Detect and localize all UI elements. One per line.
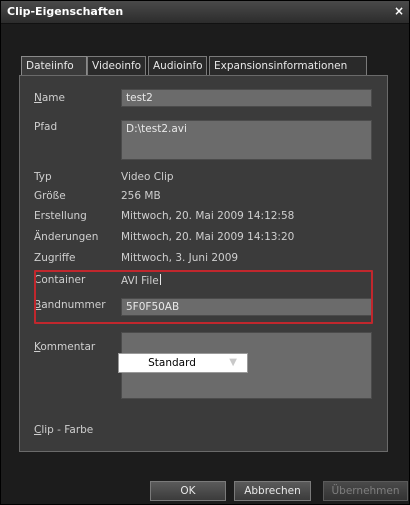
kommentar-label-rest: ommentar — [40, 341, 96, 353]
zugriffe-value: Mittwoch, 3. Juni 2009 — [121, 252, 239, 264]
name-field[interactable]: test2 — [121, 89, 372, 107]
window-title: Clip-Eigenschaften — [7, 5, 124, 18]
abbrechen-button[interactable]: Abbrechen — [234, 481, 311, 501]
groesse-value: 256 MB — [121, 190, 161, 202]
dateiinfo-panel: Name test2 Pfad D:\test2.avi Typ Video C… — [19, 75, 388, 452]
groesse-label: Größe — [34, 190, 66, 202]
name-label: Name — [34, 92, 65, 104]
pfad-value: D:\test2.avi — [126, 123, 187, 135]
tab-dateiinfo[interactable]: Dateiinfo — [21, 56, 87, 77]
kommentar-label: Kommentar — [34, 341, 96, 353]
pfad-label: Pfad — [34, 121, 58, 133]
tab-audioinfo[interactable]: Audioinfo — [148, 56, 207, 76]
erstellung-label: Erstellung — [34, 210, 87, 222]
clip-farbe-value: Standard — [148, 357, 196, 369]
highlight-box — [34, 270, 373, 324]
clip-properties-dialog: Clip-Eigenschaften × Dateiinfo Videoinfo… — [0, 0, 410, 505]
zugriffe-label: Zugriffe — [34, 252, 76, 264]
clipfarbe-label: Clip - Farbe — [34, 424, 94, 436]
typ-value: Video Clip — [121, 171, 174, 183]
pfad-field[interactable]: D:\test2.avi — [121, 120, 372, 160]
aenderungen-value: Mittwoch, 20. Mai 2009 14:13:20 — [121, 231, 295, 243]
chevron-down-icon: ▼ — [229, 357, 237, 368]
typ-label: Typ — [34, 171, 52, 183]
name-label-rest: ame — [41, 92, 65, 104]
ok-button[interactable]: OK — [150, 481, 226, 501]
tab-expansionsinformationen[interactable]: Expansionsinformationen — [209, 56, 367, 76]
close-icon[interactable]: × — [393, 4, 405, 18]
clip-farbe-dropdown[interactable]: Standard ▼ — [118, 353, 248, 373]
uebernehmen-button[interactable]: Übernehmen — [323, 481, 408, 501]
aenderungen-label: Änderungen — [34, 231, 99, 243]
title-bar: Clip-Eigenschaften × — [1, 1, 409, 24]
tab-videoinfo[interactable]: Videoinfo — [87, 56, 146, 76]
erstellung-value: Mittwoch, 20. Mai 2009 14:12:58 — [121, 210, 295, 222]
clipfarbe-label-rest: lip - Farbe — [41, 424, 94, 436]
